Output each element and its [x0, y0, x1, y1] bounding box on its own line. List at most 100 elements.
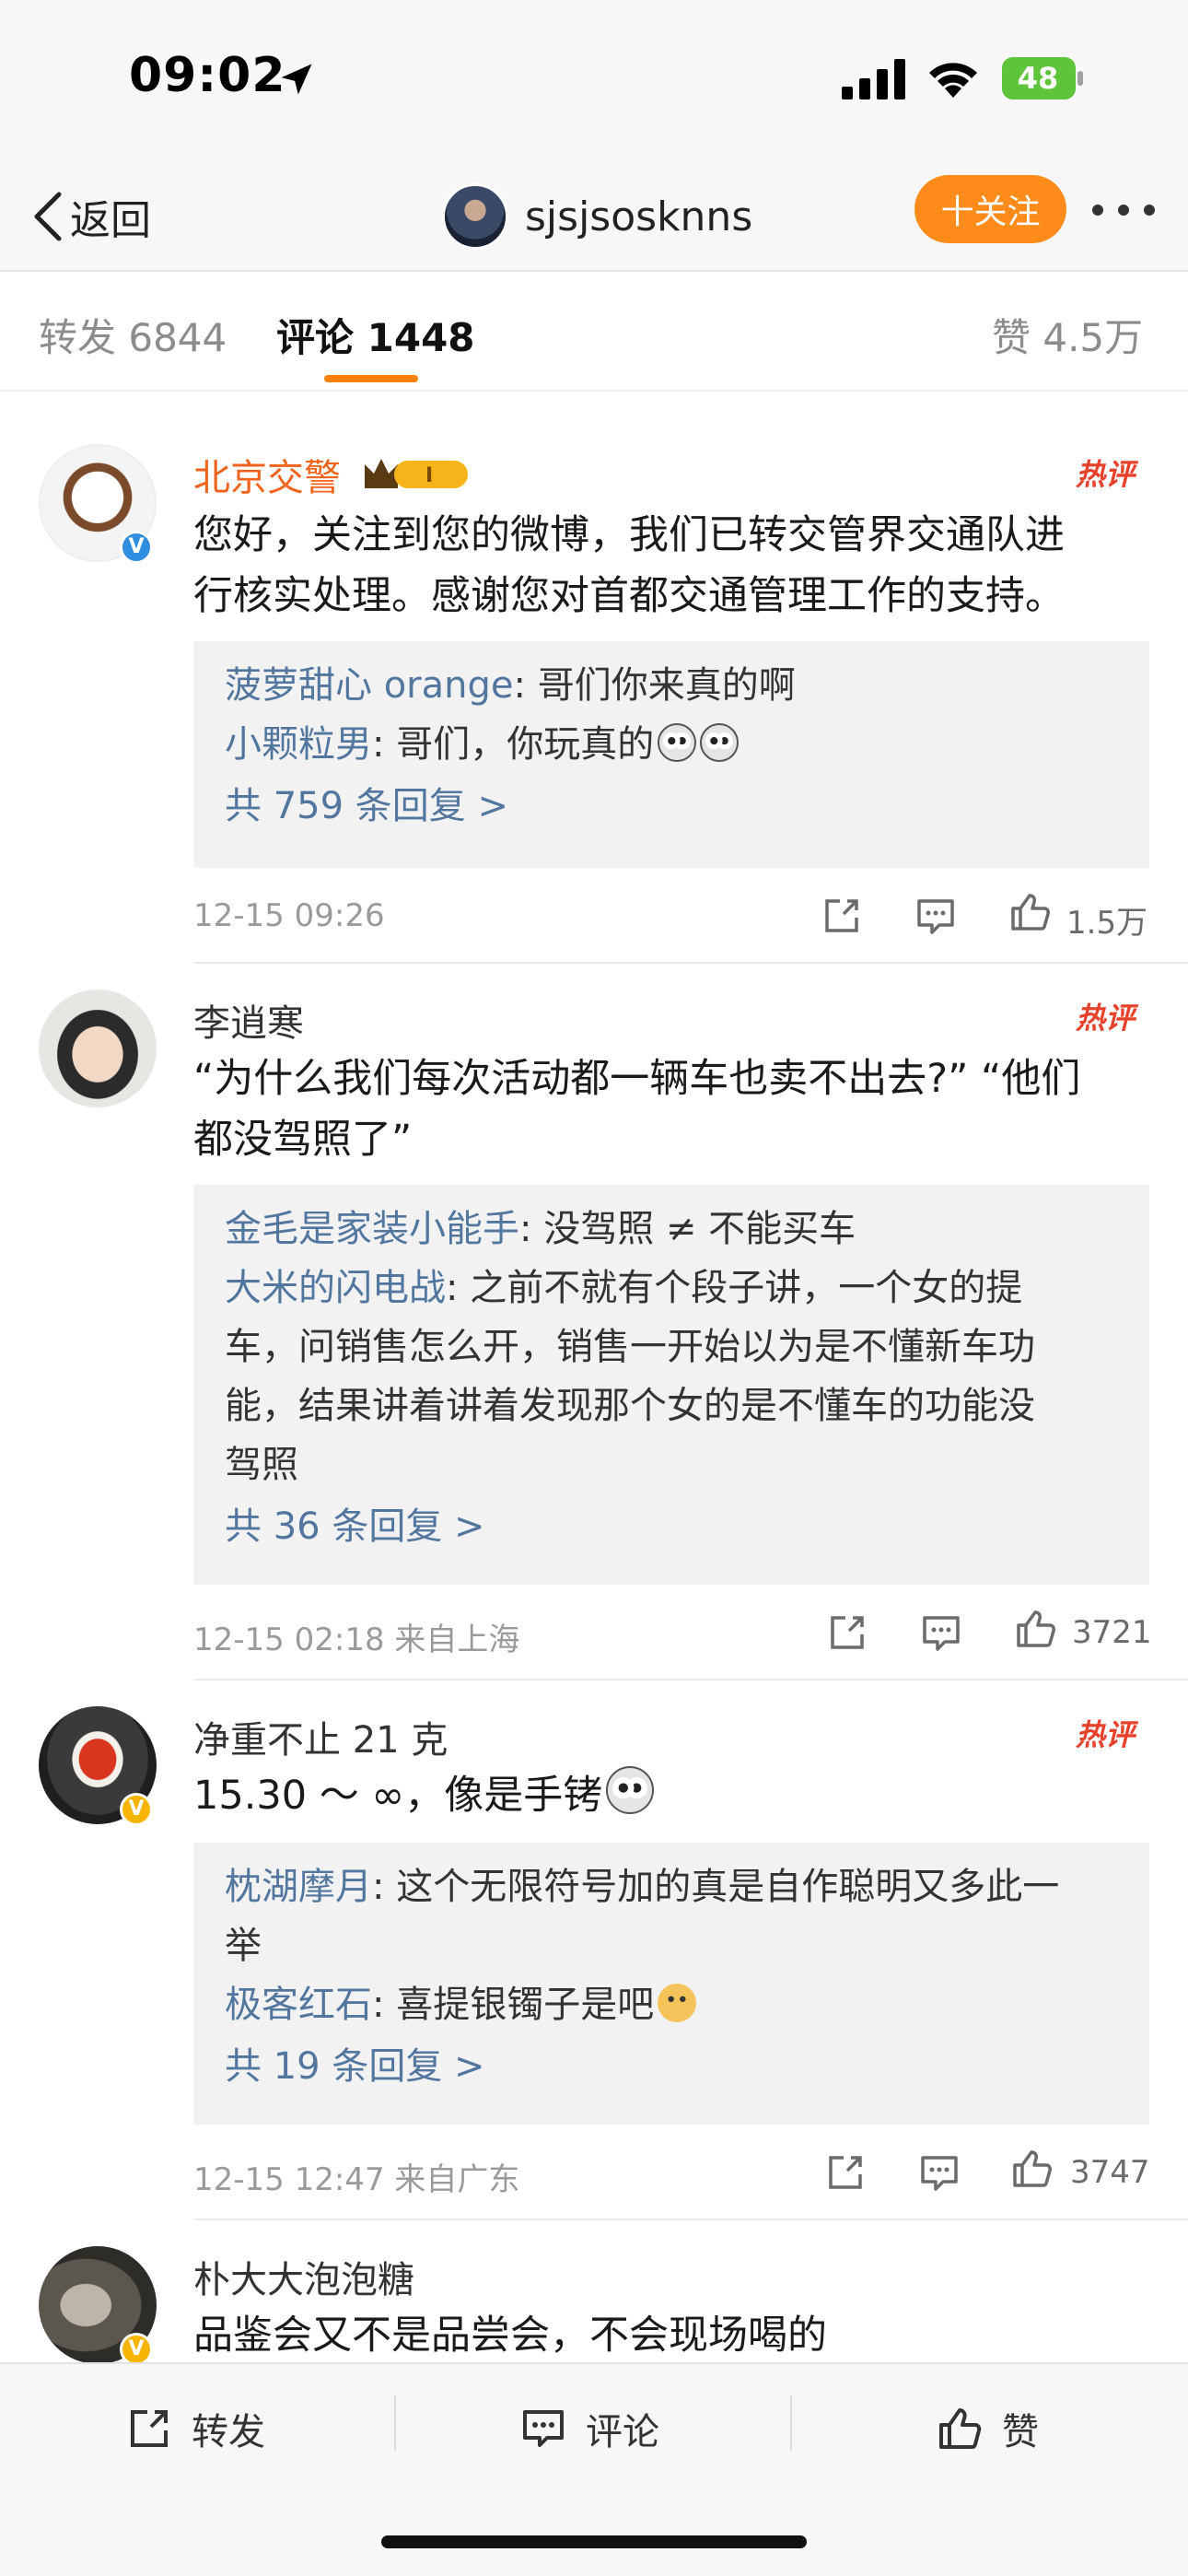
comment-text: 15.30 ～ ∞，像是手铐: [193, 1765, 1151, 1826]
comment-time: 12-15 12:47 来自广东: [193, 2161, 520, 2198]
reply-text: : 哥们，你玩真的: [372, 723, 655, 766]
share-icon[interactable]: [825, 1610, 869, 1655]
share-icon: [131, 2410, 168, 2447]
comment-line-text: 15.30 ～ ∞，像是手铐: [193, 1773, 603, 1819]
commenter-name[interactable]: 净重不止 21 克: [193, 1710, 448, 1763]
repost-label: 转发: [192, 2411, 265, 2453]
reply-username[interactable]: 小颗粒男: [225, 723, 372, 766]
share-icon[interactable]: [823, 2150, 868, 2195]
comment-icon[interactable]: [917, 2150, 961, 2195]
reply-text: : 这个无限符号加的真是自作聪明又多此一: [372, 1866, 1060, 1908]
hot-comment-badge: 热评: [1076, 457, 1136, 492]
view-replies-link[interactable]: 共 36 条回复 >: [225, 1494, 1118, 1559]
reply-text: 举: [225, 1925, 262, 1967]
verified-badge-icon: V: [120, 531, 153, 564]
divider: [193, 962, 1188, 964]
reply-text: : 哥们你来真的啊: [513, 664, 796, 707]
like-icon: [939, 2408, 982, 2449]
commenter-name[interactable]: 朴大大泡泡糖: [193, 2250, 414, 2303]
panda-emoji-icon: [700, 723, 740, 762]
hot-comment-badge: 热评: [1076, 1001, 1136, 1036]
back-label: 返回: [70, 197, 151, 244]
comment-icon[interactable]: [919, 1610, 963, 1655]
comment-label: 评论: [586, 2411, 659, 2453]
verified-badge-icon: V: [120, 2333, 153, 2366]
vip-crown-icon: I: [365, 459, 468, 488]
like-icon[interactable]: [1013, 1607, 1057, 1651]
reply-box[interactable]: 枕湖摩月: 这个无限符号加的真是自作聪明又多此一 举 极客红石: 喜提银镯子是吧…: [193, 1843, 1149, 2125]
username[interactable]: sjsjsosknns: [525, 193, 752, 240]
status-bar: 09:02 48: [0, 0, 1188, 161]
nav-header: 返回 sjsjsosknns 十关注: [0, 161, 1188, 272]
tab-comment[interactable]: 评论 1448: [276, 307, 475, 363]
comment-line: 品鉴会又不是品尝会，不会现场喝的: [193, 2313, 827, 2359]
cellular-signal-icon: [842, 59, 905, 100]
verified-badge-icon: V: [120, 1793, 153, 1826]
reply-username[interactable]: 枕湖摩月: [225, 1866, 372, 1908]
panda-emoji-icon: [658, 723, 697, 762]
tab-like[interactable]: 赞 4.5万: [992, 307, 1143, 363]
reply-item: 金毛是家装小能手: 没驾照 ≠ 不能买车: [225, 1200, 1118, 1259]
comment-button[interactable]: 评论: [519, 2401, 659, 2456]
more-icon[interactable]: [1087, 180, 1160, 240]
like-icon[interactable]: [1007, 890, 1052, 934]
divider: [790, 2395, 792, 2451]
reply-text: 车，问销售怎么开，销售一开始以为是不懂新车功: [225, 1326, 1035, 1368]
comment-line: 都没驾照了”: [193, 1117, 413, 1163]
reply-text: : 没驾照 ≠ 不能买车: [519, 1208, 856, 1250]
share-icon[interactable]: [820, 894, 864, 938]
comment-line: “为什么我们每次活动都一辆车也卖不出去?” “他们: [193, 1056, 1081, 1102]
svg-text:I: I: [425, 464, 433, 487]
location-arrow-icon: [281, 64, 312, 95]
nav-user[interactable]: sjsjsosknns: [442, 175, 752, 258]
divider: [394, 2395, 396, 2451]
reply-username[interactable]: 极客红石: [225, 1984, 372, 2026]
reply-box[interactable]: 菠萝甜心 orange: 哥们你来真的啊 小颗粒男: 哥们，你玩真的 共 759…: [193, 641, 1149, 868]
follow-button[interactable]: 十关注: [914, 175, 1066, 243]
doge-emoji-icon: [658, 1984, 697, 2022]
reply-item: 枕湖摩月: 这个无限符号加的真是自作聪明又多此一: [225, 1857, 1118, 1916]
comment-line: 行核实处理。感谢您对首都交通管理工作的支持。: [193, 573, 1065, 619]
battery-level: 48: [1017, 61, 1059, 96]
tab-bar: 转发 6844 评论 1448 赞 4.5万: [0, 274, 1188, 392]
comment-line: 您好，关注到您的微博，我们已转交管界交通队进: [193, 512, 1065, 558]
comment-text: 您好，关注到您的微博，我们已转交管界交通队进 行核实处理。感谢您对首都交通管理工…: [193, 505, 1151, 626]
commenter-name[interactable]: 北京交警: [193, 448, 341, 501]
reply-box[interactable]: 金毛是家装小能手: 没驾照 ≠ 不能买车 大米的闪电战: 之前不就有个段子讲，一…: [193, 1185, 1149, 1585]
reply-text: 能，结果讲着讲着发现那个女的是不懂车的功能没: [225, 1385, 1035, 1427]
like-icon[interactable]: [1009, 2147, 1054, 2191]
avatar[interactable]: [39, 989, 157, 1107]
reply-text: : 之前不就有个段子讲，一个女的提: [446, 1267, 1023, 1309]
reply-item: 大米的闪电战: 之前不就有个段子讲，一个女的提: [225, 1259, 1118, 1317]
repost-button[interactable]: 转发: [125, 2401, 265, 2456]
panda-emoji-icon: [606, 1766, 655, 1814]
comment-time: 12-15 09:26: [193, 897, 385, 934]
reply-username[interactable]: 大米的闪电战: [225, 1267, 446, 1309]
home-indicator[interactable]: [381, 2535, 807, 2548]
comment-time: 12-15 02:18 来自上海: [193, 1622, 520, 1658]
like-button[interactable]: 赞: [936, 2401, 1039, 2456]
divider: [193, 2219, 1188, 2220]
divider: [193, 1679, 1188, 1680]
like-count: 3747: [1070, 2154, 1150, 2191]
comment-icon: [523, 2410, 564, 2447]
view-replies-link[interactable]: 共 759 条回复 >: [225, 774, 1118, 838]
reply-item: 小颗粒男: 哥们，你玩真的: [225, 715, 1118, 774]
comment-icon[interactable]: [914, 894, 958, 938]
like-count: 3721: [1072, 1614, 1152, 1651]
view-replies-link[interactable]: 共 19 条回复 >: [225, 2034, 1118, 2099]
reply-username[interactable]: 金毛是家装小能手: [225, 1208, 519, 1250]
reply-item: 极客红石: 喜提银镯子是吧: [225, 1975, 1118, 2034]
back-button[interactable]: 返回: [28, 181, 151, 252]
avatar[interactable]: [442, 183, 508, 250]
reply-text: : 喜提银镯子是吧: [372, 1984, 655, 2026]
reply-username[interactable]: 菠萝甜心 orange: [225, 664, 514, 707]
comment-text: “为什么我们每次活动都一辆车也卖不出去?” “他们 都没驾照了”: [193, 1048, 1151, 1170]
tab-repost[interactable]: 转发 6844: [39, 307, 227, 363]
reply-item: 菠萝甜心 orange: 哥们你来真的啊: [225, 656, 1118, 715]
like-count: 1.5万: [1066, 905, 1148, 942]
reply-text: 驾照: [225, 1444, 298, 1486]
comment-text: 品鉴会又不是品尝会，不会现场喝的: [193, 2305, 1151, 2366]
commenter-name[interactable]: 李逍寒: [193, 993, 304, 1047]
status-time: 09:02: [129, 48, 286, 103]
